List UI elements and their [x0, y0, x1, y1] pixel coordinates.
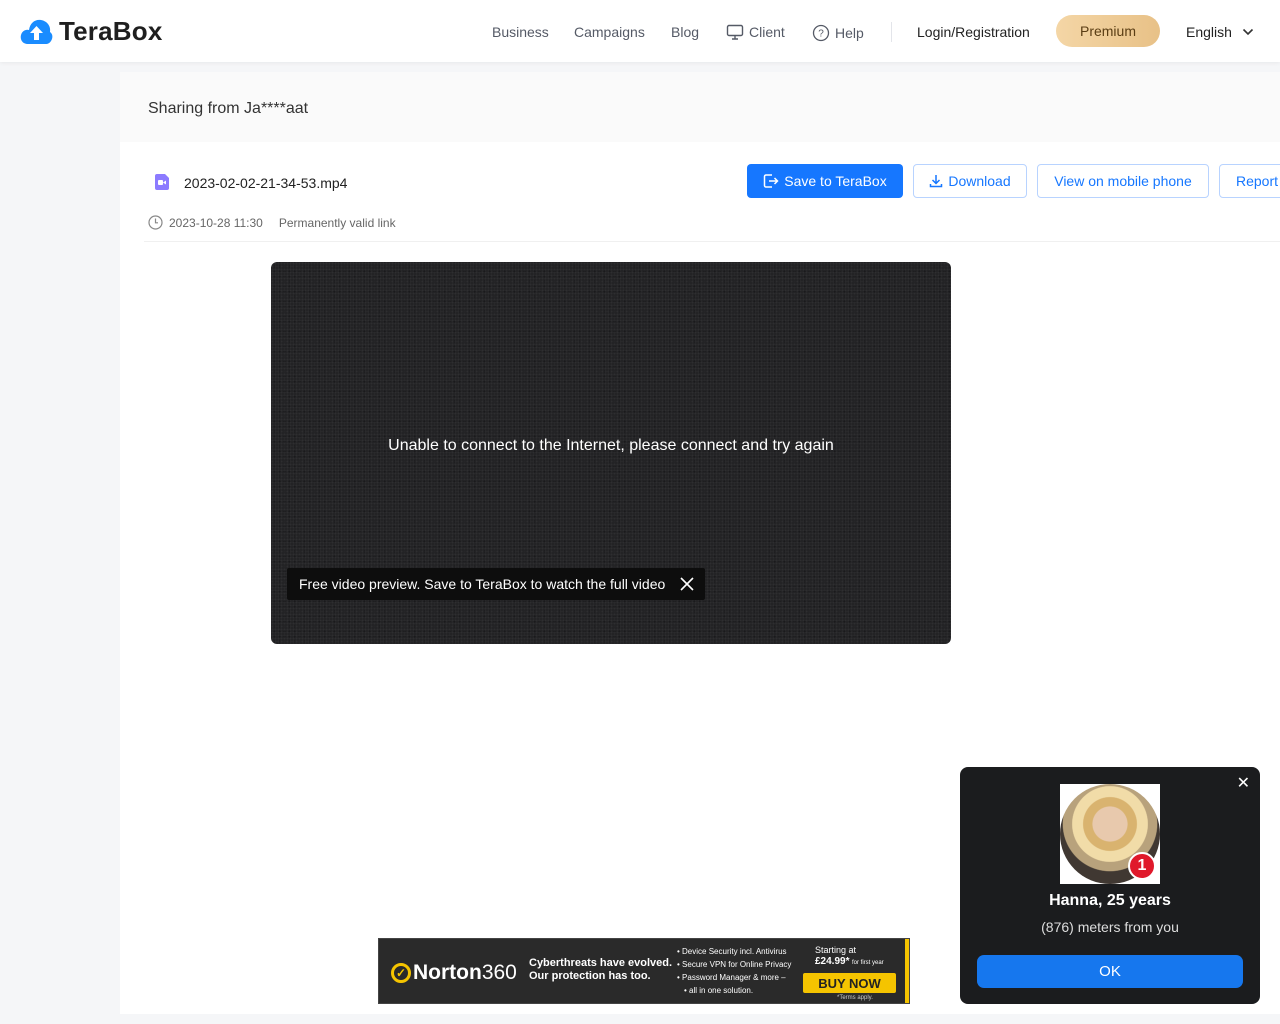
download-button-label: Download	[948, 173, 1011, 189]
norton-logo: ✓ Norton 360	[391, 961, 517, 985]
ad-feature: Device Security incl. Antivirus	[677, 945, 791, 958]
ad-brand-name: Norton	[413, 961, 482, 984]
login-registration-link[interactable]: Login/Registration	[917, 24, 1030, 40]
ad-price-label: Starting at	[815, 945, 857, 955]
ok-button[interactable]: OK	[977, 955, 1243, 988]
cloud-logo-icon	[20, 19, 53, 44]
divider	[144, 241, 1280, 242]
ad-feature-continued: all in one solution.	[677, 984, 791, 997]
ad-tagline-line-1: Cyberthreats have evolved.	[529, 957, 673, 969]
report-button[interactable]: Report	[1219, 164, 1280, 198]
premium-button[interactable]: Premium	[1056, 15, 1160, 47]
svg-text:?: ?	[818, 29, 824, 40]
clock-icon	[148, 215, 163, 230]
monitor-icon	[726, 24, 744, 40]
video-error-message: Unable to connect to the Internet, pleas…	[388, 437, 834, 454]
share-meta: 2023-10-28 11:30 Permanently valid link	[148, 215, 396, 230]
popup-distance: (876) meters from you	[1041, 919, 1179, 935]
help-circle-icon: ?	[812, 24, 830, 42]
nav-help[interactable]: ? Help	[812, 24, 864, 42]
ad-feature-list: Device Security incl. Antivirus Secure V…	[677, 945, 791, 997]
video-player[interactable]: Unable to connect to the Internet, pleas…	[271, 262, 951, 644]
download-icon	[930, 175, 943, 188]
close-icon[interactable]: ✕	[1237, 773, 1250, 793]
top-header: TeraBox Business Campaigns Blog Client ?…	[0, 0, 1280, 62]
norton-check-icon: ✓	[391, 963, 411, 983]
terabox-logo[interactable]: TeraBox	[20, 16, 163, 47]
nav-business[interactable]: Business	[492, 24, 549, 40]
notification-popup: ✕ 1 Hanna, 25 years (876) meters from yo…	[960, 767, 1260, 1004]
close-icon[interactable]	[679, 576, 695, 592]
ad-tagline: Cyberthreats have evolved. Our protectio…	[529, 957, 672, 983]
ad-tagline-line-2: Our protection has too.	[529, 970, 651, 982]
ad-feature: Password Manager & more –	[677, 971, 791, 984]
nav-client[interactable]: Client	[726, 24, 785, 40]
logo-text: TeraBox	[59, 16, 163, 46]
ad-terms: *Terms apply.	[837, 995, 873, 1001]
nav-campaigns[interactable]: Campaigns	[574, 24, 645, 40]
preview-tip-text: Free video preview. Save to TeraBox to w…	[299, 576, 666, 592]
save-export-icon	[764, 174, 779, 188]
ad-price: Starting at £24.99* for first year	[815, 945, 884, 969]
download-button[interactable]: Download	[913, 164, 1027, 198]
share-header: Sharing from Ja****aat	[120, 72, 1280, 142]
ad-accent-stripe	[905, 939, 909, 1003]
popup-name: Hanna, 25 years	[1049, 892, 1171, 909]
preview-tip: Free video preview. Save to TeraBox to w…	[287, 568, 706, 600]
link-validity: Permanently valid link	[278, 215, 396, 230]
notification-badge: 1	[1128, 852, 1156, 880]
nav-client-label: Client	[749, 24, 785, 40]
ad-feature: Secure VPN for Online Privacy	[677, 958, 791, 971]
ad-price-value: £24.99*	[815, 956, 850, 967]
norton-ad-banner[interactable]: ✓ Norton 360 Cyberthreats have evolved. O…	[378, 938, 910, 1004]
language-selector[interactable]: English	[1186, 24, 1254, 40]
nav-divider	[891, 22, 892, 42]
ad-price-note: for first year	[852, 960, 884, 966]
share-date: 2023-10-28 11:30	[169, 215, 263, 230]
save-to-terabox-button[interactable]: Save to TeraBox	[747, 164, 903, 198]
nav-help-label: Help	[835, 25, 864, 41]
save-button-label: Save to TeraBox	[784, 173, 887, 189]
share-title: Sharing from Ja****aat	[148, 100, 309, 117]
view-on-mobile-button[interactable]: View on mobile phone	[1037, 164, 1209, 198]
buy-now-button[interactable]: BUY NOW	[803, 973, 896, 993]
chevron-down-icon	[1242, 28, 1253, 36]
language-label: English	[1186, 24, 1232, 40]
video-file-icon	[155, 174, 169, 190]
file-name: 2023-02-02-21-34-53.mp4	[184, 175, 348, 191]
ad-brand-number: 360	[481, 961, 517, 984]
nav-blog[interactable]: Blog	[671, 24, 699, 40]
